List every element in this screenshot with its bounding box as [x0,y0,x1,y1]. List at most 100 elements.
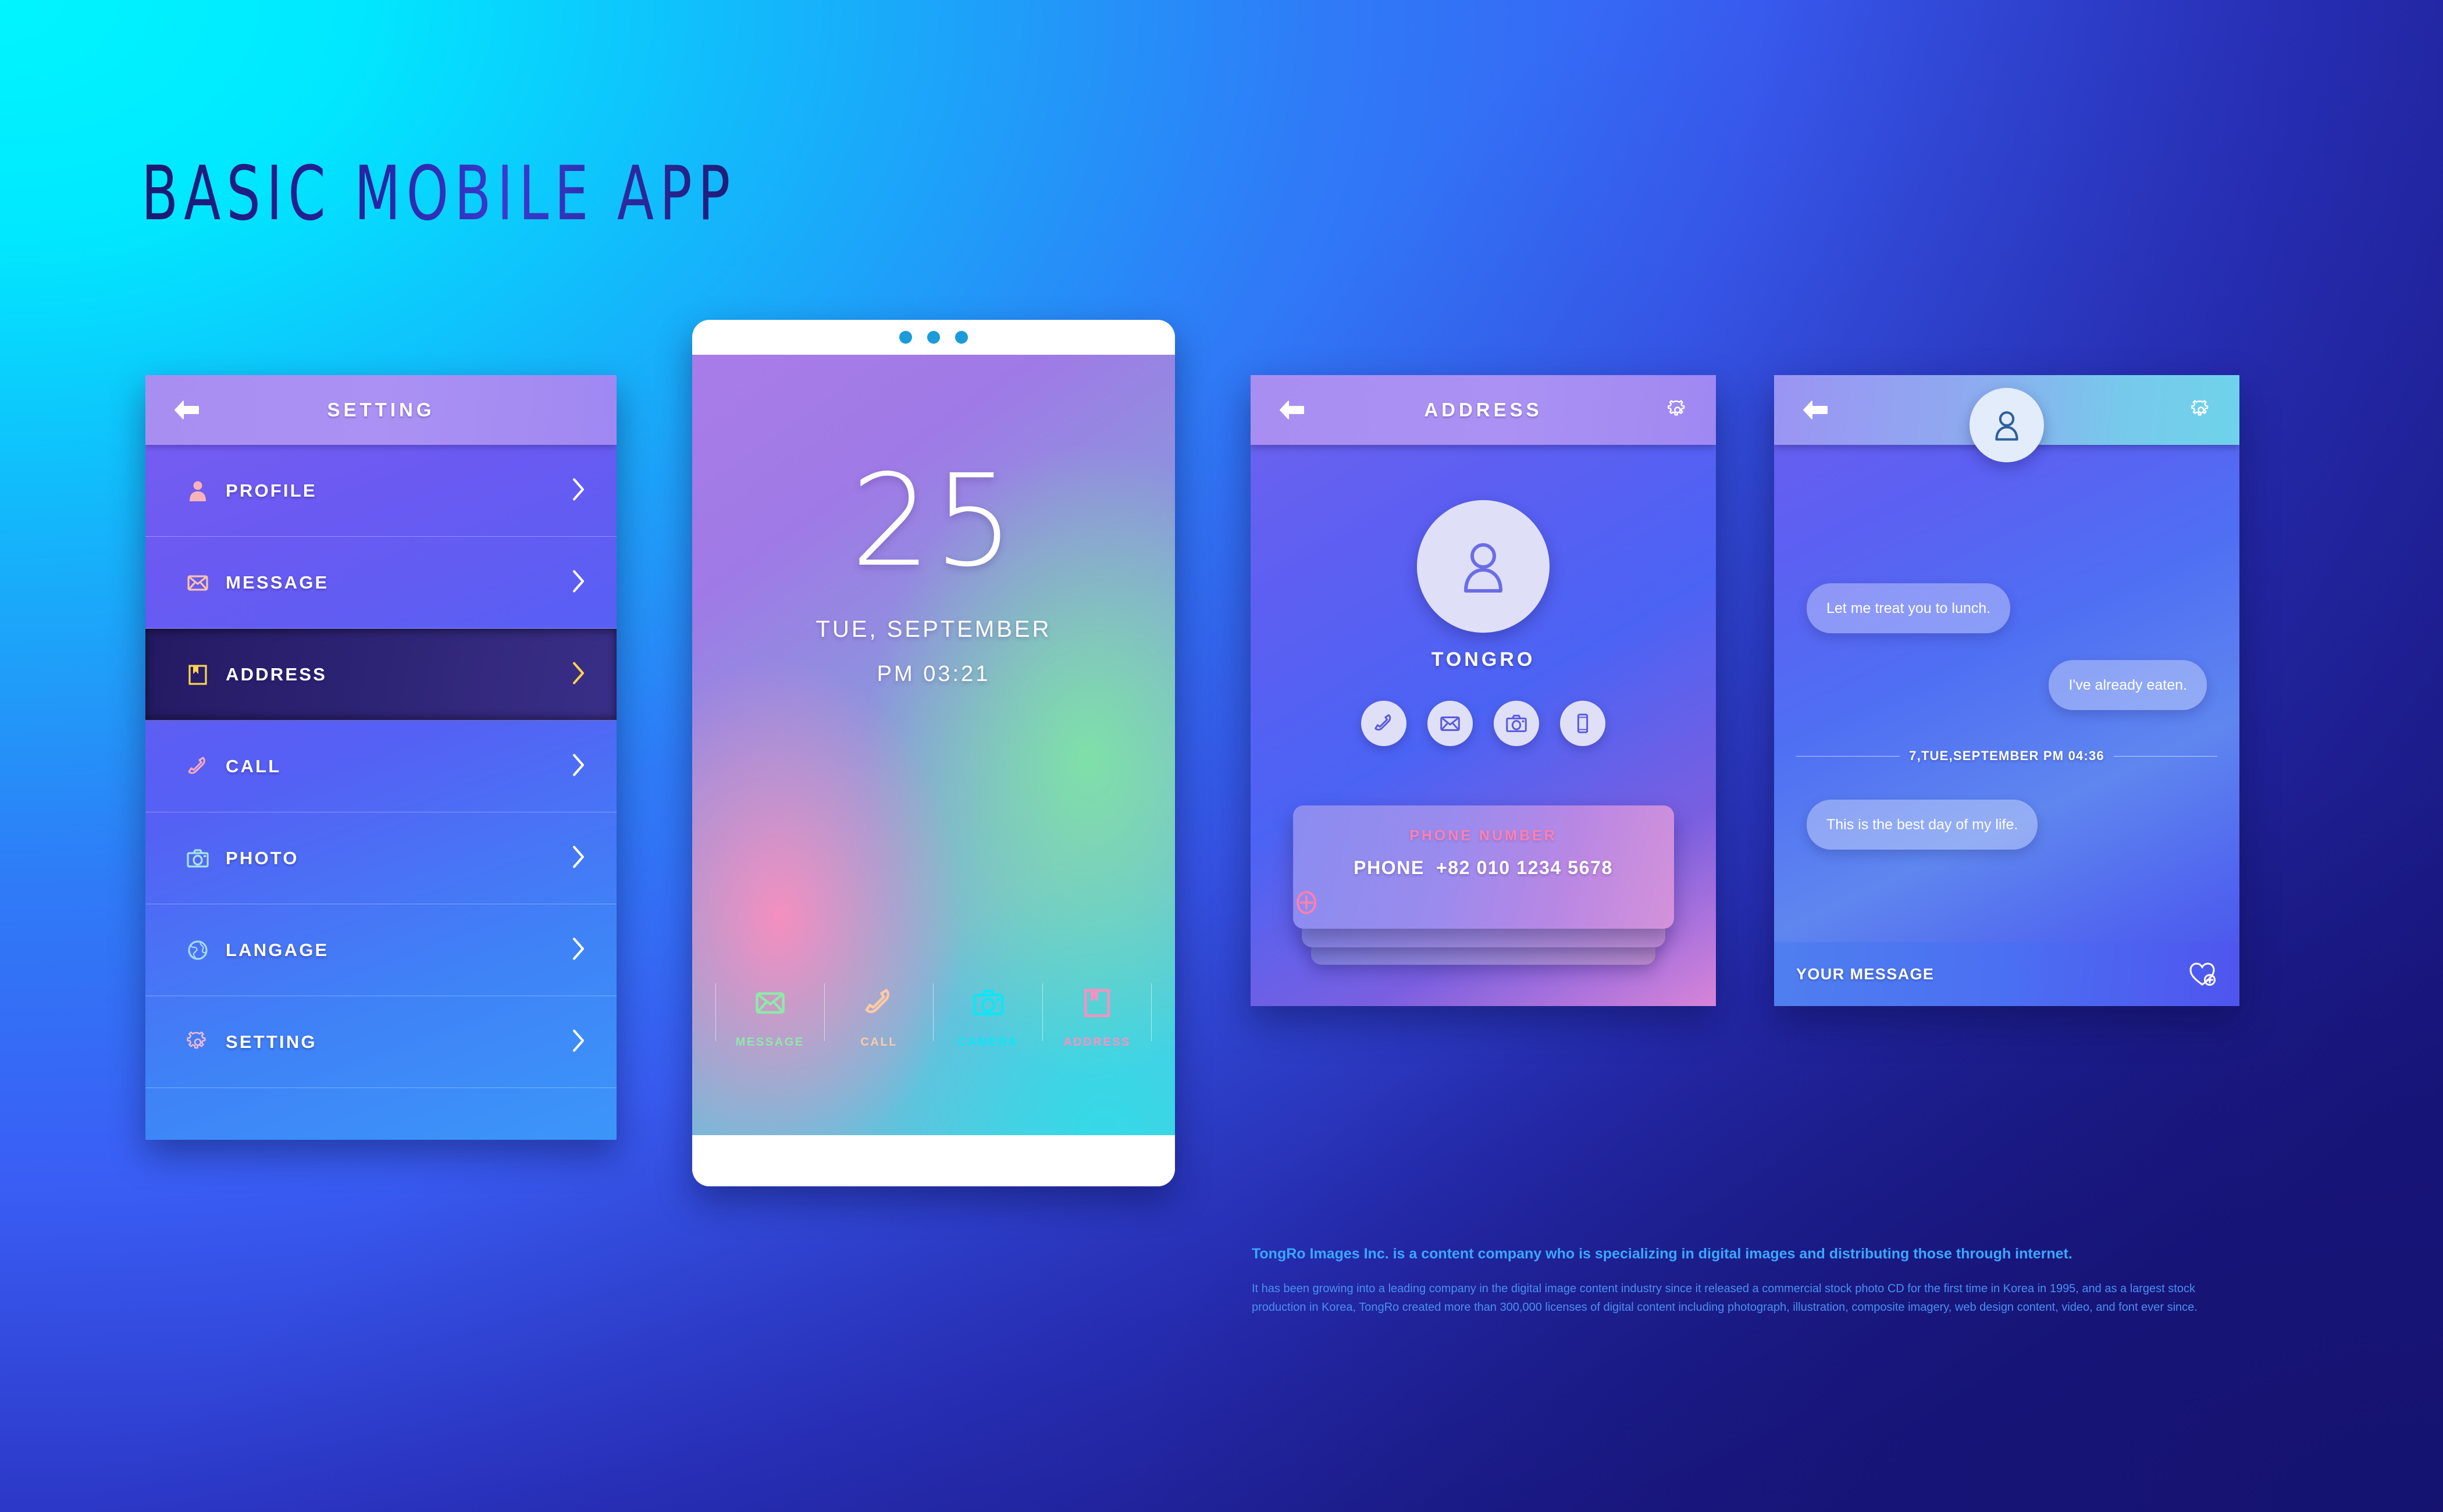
contact-action-buttons [1251,701,1716,746]
sidebar-item-langage[interactable]: LANGAGE [145,904,617,996]
envelope-icon [187,575,208,591]
book-icon [1084,989,1110,1017]
sidebar-item-label: PROFILE [226,480,317,501]
chat-input-placeholder[interactable]: YOUR MESSAGE [1796,965,2188,983]
divider-line [2113,755,2218,757]
envelope-icon [755,992,785,1014]
sidebar-item-profile[interactable]: PROFILE [145,445,617,537]
book-icon [1045,980,1150,1025]
address-title: ADDRESS [1424,399,1543,420]
gear-icon[interactable] [1666,398,1689,422]
chevron-right-icon [573,754,584,776]
phone-number-value: PHONE +82 010 1234 5678 [1293,857,1674,879]
dock-item-message[interactable]: MESSAGE [715,980,825,1049]
envelope-icon [170,570,226,595]
camera-action[interactable] [1494,701,1539,746]
chevron-right-icon [571,844,586,872]
chat-date-divider: 7,TUE,SEPTEMBER PM 04:36 [1796,748,2218,764]
lockscreen-day-number: 25 [850,448,1017,595]
phone-key: PHONE [1354,857,1425,878]
envelope-icon [1440,716,1460,731]
sidebar-item-address[interactable]: ADDRESS [145,629,617,721]
back-arrow-icon[interactable] [1802,400,1829,420]
footer-lead-text: TongRo Images Inc. is a content company … [1252,1246,2072,1262]
chevron-right-icon [573,846,584,868]
phone-number-card[interactable]: PHONE NUMBER PHONE +82 010 1234 5678 [1292,805,1674,929]
sidebar-item-setting[interactable]: SETTING [145,996,617,1088]
camera-icon [170,846,226,871]
phone-icon [827,980,932,1025]
avatar [1417,500,1550,633]
dock-item-label: CALL [860,1036,898,1049]
chevron-right-icon [571,1028,586,1055]
dock-item-call[interactable]: CALL [825,980,934,1049]
camera-icon [936,980,1041,1025]
sidebar-item-label: ADDRESS [226,664,327,684]
sidebar-item-photo[interactable]: PHOTO [145,812,617,904]
phone-value: +82 010 1234 5678 [1436,857,1613,878]
chevron-right-icon [573,937,584,960]
phone-number-label: PHONE NUMBER [1409,828,1557,844]
chat-contact-avatar[interactable] [1970,388,2044,462]
chevron-right-icon [573,478,584,500]
lockscreen-dock: MESSAGE CALL CAMERA ADDRESS [715,980,1152,1049]
camera-icon [973,990,1003,1015]
setting-menu-title: SETTING [327,399,435,420]
chevron-right-icon [571,936,586,964]
sidebar-item-label: SETTING [226,1031,317,1052]
gear-icon [170,1029,226,1055]
phone-bottom-bezel [692,1135,1175,1186]
phone-speaker-dots [692,320,1175,355]
sidebar-item-label: PHOTO [226,847,299,868]
chevron-right-icon [571,753,586,780]
dock-item-camera[interactable]: CAMERA [934,980,1043,1049]
mail-action[interactable] [1427,701,1473,746]
dock-item-label: CAMERA [958,1036,1018,1049]
contact-name: TONGRO [1431,648,1536,671]
sidebar-item-label: MESSAGE [226,572,329,593]
chat-bubble-incoming: Let me treat you to lunch. [1807,583,2011,633]
chat-input-bar[interactable]: YOUR MESSAGE [1774,942,2239,1006]
address-header: ADDRESS [1251,375,1716,445]
sidebar-item-call[interactable]: CALL [145,721,617,812]
phone-icon [170,754,226,779]
phone-device-mockup: 25 TUE, SEPTEMBER PM 03:21 MESSAGE CALL CA… [692,320,1175,1186]
setting-menu-tail-row [145,1088,617,1140]
setting-menu-list: PROFILE MESSAGE ADDRESS CALL PHOTO LANGAGE SET… [145,445,617,1088]
chevron-right-icon [571,477,586,504]
divider-line [1796,755,1900,757]
book-icon [170,662,226,687]
chevron-right-icon [573,1029,584,1051]
page-title: BASIC MOBILE APP [141,151,736,237]
sidebar-item-message[interactable]: MESSAGE [145,537,617,629]
globe-icon [188,940,208,960]
gear-icon[interactable] [2189,398,2213,422]
globe-icon [170,937,226,963]
phone-icon [188,756,205,774]
sidebar-item-label: LANGAGE [226,939,329,960]
person-avatar-icon [1995,411,2018,441]
footer: TongRo Images Inc. is a content company … [1252,1244,2241,1317]
lockscreen-time: PM 03:21 [877,662,991,686]
chevron-right-icon [571,661,586,688]
phone-icon [865,989,890,1014]
lockscreen-date: TUE, SEPTEMBER [815,616,1052,642]
call-action[interactable] [1361,701,1406,746]
heart-plus-icon[interactable] [2188,961,2217,987]
phone-icon [1374,714,1391,731]
mobile-icon [1577,714,1589,733]
gear-icon [187,1031,206,1049]
dock-item-address[interactable]: ADDRESS [1043,980,1152,1049]
chevron-right-icon [573,662,584,684]
mobile-action[interactable] [1560,701,1605,746]
chat-date-text: 7,TUE,SEPTEMBER PM 04:36 [1909,748,2104,763]
chat-screen: Let me treat you to lunch. I've already … [1774,375,2239,1006]
dock-item-label: ADDRESS [1063,1036,1131,1049]
lockscreen: 25 TUE, SEPTEMBER PM 03:21 MESSAGE CALL CA… [692,355,1175,1135]
phone-number-card-stack: PHONE NUMBER PHONE +82 010 1234 5678 [1251,805,1716,965]
plus-circle-icon[interactable] [1293,889,1320,916]
dot-icon [927,331,940,344]
chevron-right-icon [571,569,586,596]
chevron-right-icon [573,570,584,592]
camera-icon [187,848,209,868]
